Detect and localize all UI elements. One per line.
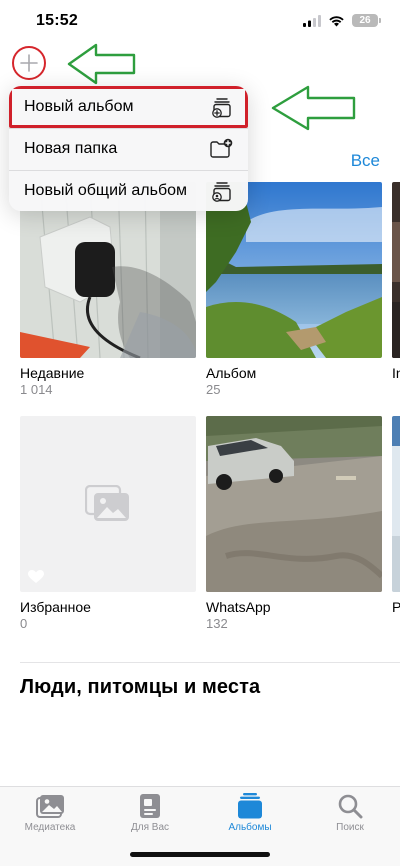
tab-search[interactable]: Поиск xyxy=(310,793,390,833)
status-icons: 26 xyxy=(303,14,381,27)
menu-item-new-folder[interactable]: Новая папка xyxy=(9,128,248,170)
shared-album-icon xyxy=(212,182,231,202)
album-partial[interactable]: P xyxy=(392,416,400,631)
photo-library-icon xyxy=(36,795,64,818)
home-indicator[interactable] xyxy=(130,852,270,857)
album-name: Недавние xyxy=(20,365,85,381)
album-name: Избранное xyxy=(20,599,91,615)
tab-label: Медиатека xyxy=(24,822,76,833)
menu-item-new-album[interactable]: Новый альбом xyxy=(9,86,248,128)
tab-for-you[interactable]: Для Вас xyxy=(110,793,190,833)
cellular-signal-icon xyxy=(303,14,321,27)
album-count: 132 xyxy=(206,616,228,631)
new-folder-icon xyxy=(210,138,233,158)
see-all-link[interactable]: Все xyxy=(351,151,380,171)
tab-library[interactable]: Медиатека xyxy=(10,793,90,833)
wifi-icon xyxy=(329,15,344,26)
annotation-arrow-icon xyxy=(271,85,356,131)
add-button[interactable] xyxy=(12,46,46,80)
status-bar: 15:52 26 xyxy=(0,0,400,44)
heart-icon xyxy=(28,570,44,583)
status-time: 15:52 xyxy=(36,12,78,29)
album-thumbnail xyxy=(20,416,196,592)
album-album[interactable]: Альбом 25 xyxy=(206,182,382,397)
album-whatsapp[interactable]: WhatsApp 132 xyxy=(206,416,382,631)
album-thumbnail xyxy=(392,416,400,592)
menu-item-new-shared-album[interactable]: Новый общий альбом xyxy=(9,170,248,211)
car-photo xyxy=(206,416,382,592)
albums-icon xyxy=(238,793,262,819)
album-count: 0 xyxy=(20,616,28,631)
album-name: P xyxy=(392,599,400,615)
tab-albums[interactable]: Альбомы xyxy=(210,793,290,833)
search-icon xyxy=(338,794,363,819)
tab-label: Для Вас xyxy=(130,822,170,833)
new-album-icon xyxy=(212,98,231,118)
menu-item-label: Новый общий альбом xyxy=(24,182,188,199)
people-places-title: Люди, питомцы и места xyxy=(20,676,261,698)
add-menu: Новый альбом Новая папка Новый общий аль… xyxy=(9,86,248,211)
for-you-icon xyxy=(140,794,160,818)
tab-label: Поиск xyxy=(336,822,364,833)
albums-row: Недавние 1 014 Альбом 25 In xyxy=(20,182,400,397)
album-recents[interactable]: Недавние 1 014 xyxy=(20,182,196,397)
album-thumbnail xyxy=(206,416,382,592)
album-partial[interactable]: In xyxy=(392,182,400,397)
album-name: WhatsApp xyxy=(206,599,271,615)
album-name: In xyxy=(392,365,400,381)
album-thumbnail xyxy=(392,182,400,358)
partial-photo xyxy=(392,182,400,358)
partial-photo xyxy=(392,416,400,592)
battery-indicator: 26 xyxy=(352,14,381,27)
menu-item-label: Новая папка xyxy=(24,140,118,157)
plus-icon xyxy=(20,54,38,72)
album-name: Альбом xyxy=(206,365,257,381)
album-count: 25 xyxy=(206,382,221,397)
annotation-arrow-icon xyxy=(67,43,136,85)
album-favorites[interactable]: Избранное 0 xyxy=(20,416,196,631)
photos-placeholder-icon xyxy=(85,485,129,521)
albums-row: Избранное 0 WhatsApp 132 P xyxy=(20,416,400,631)
section-divider xyxy=(20,662,400,663)
album-count: 1 014 xyxy=(20,382,53,397)
menu-item-label: Новый альбом xyxy=(24,98,134,115)
tab-label: Альбомы xyxy=(228,822,272,833)
